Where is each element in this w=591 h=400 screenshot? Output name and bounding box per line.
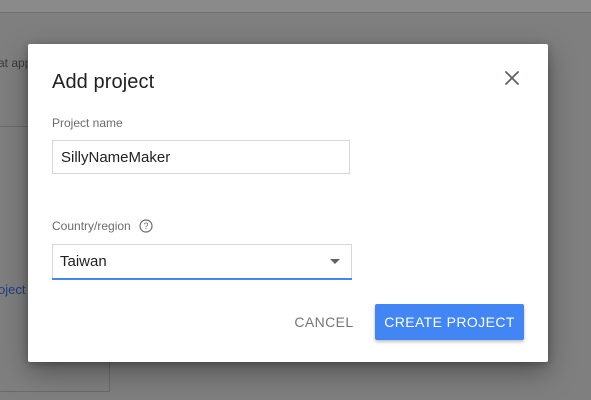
dialog-title: Add project	[52, 71, 155, 93]
project-name-value: SillyNameMaker	[61, 148, 171, 166]
country-region-label-row: Country/region ?	[52, 219, 153, 233]
cancel-button[interactable]: CANCEL	[292, 306, 356, 338]
chevron-down-icon	[330, 259, 340, 264]
background-snippet-text: at app	[0, 56, 32, 70]
add-project-dialog: Add project Project name SillyNameMaker …	[28, 44, 548, 362]
background-link: oject	[0, 282, 26, 297]
country-region-selected-value: Taiwan	[60, 252, 107, 270]
select-left-border	[52, 244, 53, 278]
country-region-select[interactable]: Taiwan	[52, 244, 352, 280]
select-top-border	[52, 244, 352, 245]
help-icon[interactable]: ?	[139, 219, 153, 233]
create-project-button[interactable]: CREATE PROJECT	[375, 304, 524, 340]
svg-text:?: ?	[143, 221, 148, 231]
project-name-label: Project name	[52, 116, 123, 130]
close-icon	[504, 70, 520, 91]
country-region-label: Country/region	[52, 219, 131, 233]
project-name-input[interactable]: SillyNameMaker	[52, 140, 350, 174]
close-button[interactable]	[502, 70, 522, 90]
select-right-border	[351, 244, 352, 278]
background-topbar	[0, 0, 591, 13]
